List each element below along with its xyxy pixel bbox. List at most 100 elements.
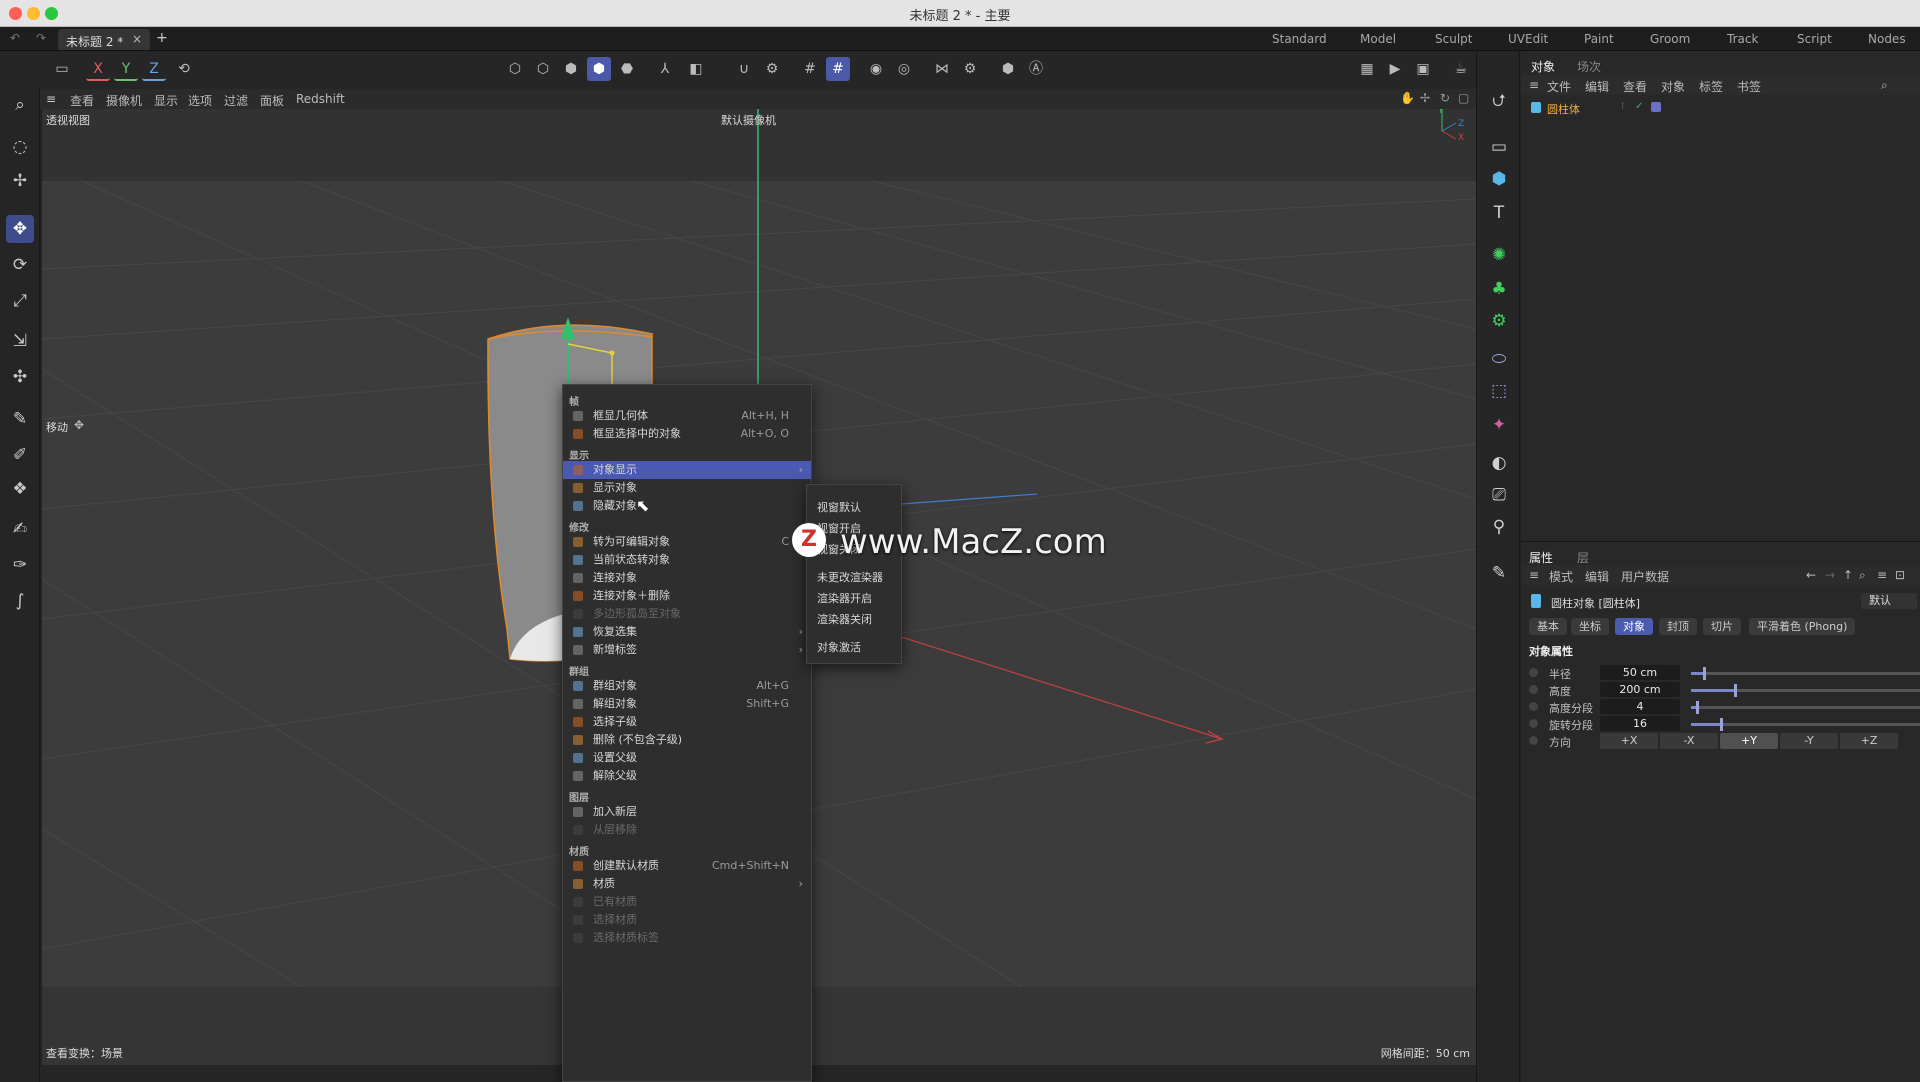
context-menu-item[interactable]: 连接对象 — [563, 569, 811, 587]
height-field[interactable]: 200 cm — [1600, 682, 1680, 697]
object-menu-edit[interactable]: 编辑 — [1585, 78, 1609, 95]
menu-display[interactable]: 显示 — [154, 92, 178, 109]
tab-layers[interactable]: 层 — [1577, 549, 1589, 566]
attr-menu-hamburger-icon[interactable]: ≡ — [1529, 568, 1539, 582]
select-tool-icon[interactable]: ✢ — [6, 167, 34, 195]
direction-plus-y[interactable]: +Y — [1720, 733, 1778, 749]
layout-script[interactable]: Script — [1797, 32, 1832, 46]
edit-render-settings-icon[interactable]: ▣ — [1411, 57, 1435, 81]
orbit-view-icon[interactable]: ↻ — [1440, 91, 1450, 105]
animate-dot-icon[interactable] — [1529, 736, 1538, 745]
render-view-icon[interactable]: ▦ — [1355, 57, 1379, 81]
solo-icon[interactable]: ◧ — [684, 57, 708, 81]
tab-takes[interactable]: 场次 — [1577, 58, 1601, 75]
animate-dot-icon[interactable] — [1529, 702, 1538, 711]
layout-track[interactable]: Track — [1727, 32, 1758, 46]
render-region-icon[interactable]: ◉ — [864, 57, 888, 81]
forward-arrow-icon[interactable]: → — [1825, 568, 1835, 582]
context-menu-item[interactable]: 隐藏对象 — [563, 497, 811, 515]
context-menu-item[interactable]: 群组对象 Alt+G — [563, 677, 811, 695]
render-settings-icon[interactable]: ◎ — [892, 57, 916, 81]
radius-slider[interactable] — [1691, 667, 1920, 680]
redo-icon[interactable]: ↷ — [36, 31, 46, 45]
subdivision-icon[interactable]: ✺ — [1485, 241, 1513, 269]
attr-tab-basic[interactable]: 基本 — [1529, 618, 1567, 635]
deformer-icon[interactable]: ⬭ — [1485, 345, 1513, 373]
animate-dot-icon[interactable] — [1529, 719, 1538, 728]
attr-tab-caps[interactable]: 封顶 — [1659, 618, 1697, 635]
direction-minus-y[interactable]: -Y — [1780, 733, 1838, 749]
object-search-icon[interactable]: ⌕ — [1881, 78, 1888, 93]
preset-dropdown[interactable]: 默认 — [1861, 593, 1917, 609]
menu-filter[interactable]: 过滤 — [224, 92, 248, 109]
model-mode-icon[interactable]: ⬢ — [587, 57, 611, 81]
attr-tab-phong[interactable]: 平滑着色 (Phong) — [1749, 618, 1856, 635]
attr-search-icon[interactable]: ⌕ — [1859, 568, 1866, 583]
layout-paint[interactable]: Paint — [1584, 32, 1614, 46]
attr-tab-object[interactable]: 对象 — [1615, 618, 1653, 635]
context-menu-item[interactable]: 解组对象 Shift+G — [563, 695, 811, 713]
search-icon[interactable]: ⌕ — [6, 91, 34, 119]
transform-tool-icon[interactable]: ✣ — [6, 363, 34, 391]
viewport-hamburger-icon[interactable]: ≡ — [46, 92, 56, 106]
grid-snap-icon[interactable]: # — [798, 57, 822, 81]
snap-icon[interactable]: ∪ — [732, 57, 756, 81]
context-menu-item[interactable]: 恢复选集 › — [563, 623, 811, 641]
maximize-view-icon[interactable]: ▢ — [1458, 91, 1469, 105]
lock-z-button[interactable]: Z — [142, 57, 166, 81]
close-tab-icon[interactable]: × — [132, 32, 142, 46]
context-menu-item[interactable]: 删除 (不包含子级) — [563, 731, 811, 749]
submenu-renderer-unchanged[interactable]: 未更改渲染器 — [817, 569, 883, 585]
points-mode-icon[interactable]: ⬡ — [503, 57, 527, 81]
context-menu-item[interactable]: 对象显示 › — [563, 461, 811, 479]
rotate-tool-icon[interactable]: ⟳ — [6, 251, 34, 279]
teapot-icon[interactable]: ☕ — [1449, 57, 1473, 81]
animate-dot-icon[interactable] — [1529, 685, 1538, 694]
knife-tool-icon[interactable]: ✑ — [6, 551, 34, 579]
radius-field[interactable]: 50 cm — [1600, 665, 1680, 680]
filter-icon[interactable]: ≡ — [1877, 568, 1887, 582]
phong-tag-icon[interactable] — [1651, 102, 1661, 112]
snap-settings-icon[interactable]: ⚙ — [760, 57, 784, 81]
context-menu-item[interactable]: 设置父级 — [563, 749, 811, 767]
context-menu-item[interactable]: 解除父级 — [563, 767, 811, 785]
object-row[interactable]: 圆柱体 ⁝ ✓ — [1531, 99, 1911, 117]
context-menu-item[interactable]: 框显几何体 Alt+H, H — [563, 407, 811, 425]
rectangle-spline-icon[interactable]: ▭ — [1485, 133, 1513, 161]
object-menu-object[interactable]: 对象 — [1661, 78, 1685, 95]
lock-x-button[interactable]: X — [86, 57, 110, 81]
height-slider[interactable] — [1691, 684, 1920, 697]
object-menu-view[interactable]: 查看 — [1623, 78, 1647, 95]
polygons-mode-icon[interactable]: ⬢ — [559, 57, 583, 81]
height-segments-field[interactable]: 4 — [1600, 699, 1680, 714]
menu-view[interactable]: 查看 — [70, 92, 94, 109]
viewport-camera[interactable]: 默认摄像机 — [721, 112, 776, 128]
environment-icon[interactable]: ◐ — [1485, 449, 1513, 477]
spline-pen-icon[interactable]: ✎ — [6, 405, 34, 433]
context-menu-item[interactable]: 选择子级 — [563, 713, 811, 731]
context-menu-item[interactable]: 连接对象＋删除 — [563, 587, 811, 605]
rotation-segments-field[interactable]: 16 — [1600, 716, 1680, 731]
layout-model[interactable]: Model — [1360, 32, 1396, 46]
light-icon[interactable]: ⚲ — [1485, 513, 1513, 541]
attr-menu-user-data[interactable]: 用户数据 — [1621, 568, 1669, 585]
redshift-icon[interactable]: Ⓐ — [1024, 57, 1048, 81]
submenu-object-active[interactable]: 对象激活 — [817, 639, 861, 655]
context-menu-item[interactable]: 材质 › — [563, 875, 811, 893]
camera-icon[interactable]: ⎚ — [1485, 481, 1513, 509]
document-tab[interactable]: 未标题 2 * × — [58, 29, 150, 50]
context-menu-item[interactable]: 框显选择中的对象 Alt+O, O — [563, 425, 811, 443]
context-menu-item[interactable]: 当前状态转对象 — [563, 551, 811, 569]
object-menu-file[interactable]: 文件 — [1547, 78, 1571, 95]
axis-mode-icon[interactable]: ⅄ — [653, 57, 677, 81]
pan-view-icon[interactable]: ✋ — [1400, 91, 1415, 105]
brush-tool-icon[interactable]: ✍ — [6, 515, 34, 543]
submenu-renderer-off[interactable]: 渲染器关闭 — [817, 611, 872, 627]
context-menu-item[interactable]: 加入新层 — [563, 803, 811, 821]
tab-objects[interactable]: 对象 — [1531, 58, 1555, 75]
layout-nodes[interactable]: Nodes — [1868, 32, 1906, 46]
sculpt-icon[interactable]: ✎ — [1485, 559, 1513, 587]
submenu-renderer-on[interactable]: 渲染器开启 — [817, 590, 872, 606]
layout-groom[interactable]: Groom — [1650, 32, 1690, 46]
render-picture-viewer-icon[interactable]: ▶ — [1383, 57, 1407, 81]
